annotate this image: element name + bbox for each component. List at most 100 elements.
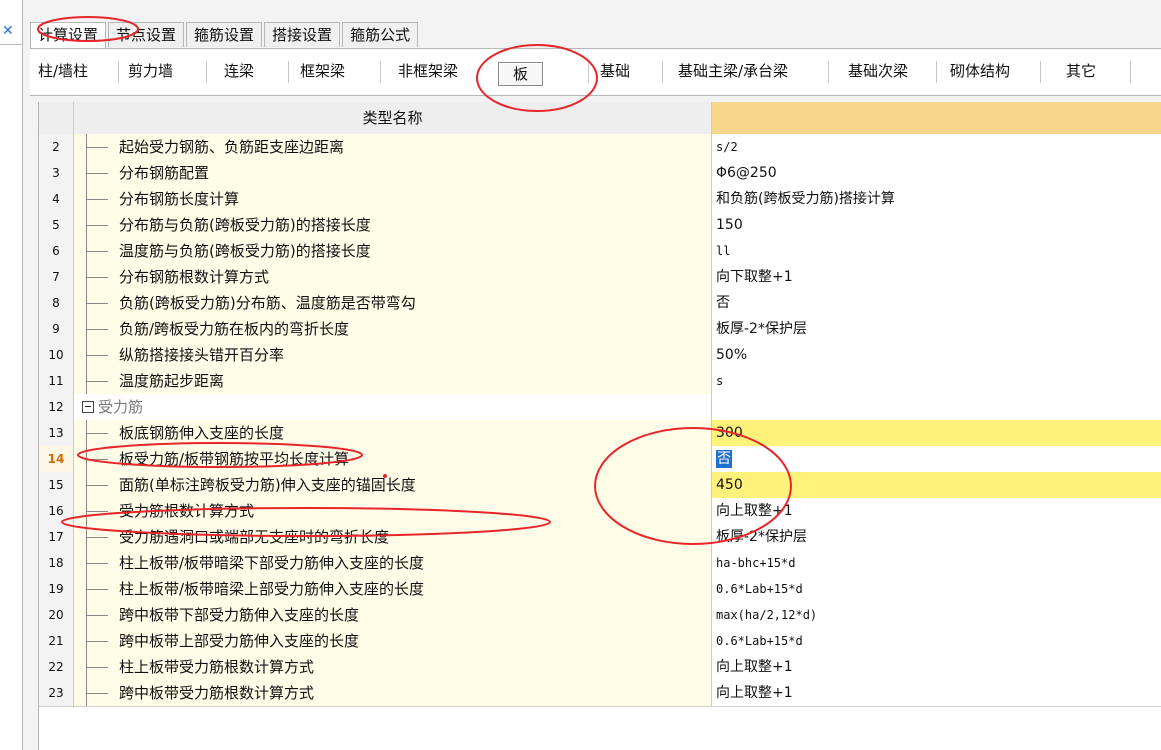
subtab-other[interactable]: 其它 xyxy=(1066,59,1096,83)
tree-branch xyxy=(86,667,108,668)
setting-value-cell[interactable]: 否 xyxy=(711,446,1161,473)
setting-value-cell[interactable]: 0.6*Lab+15*d xyxy=(711,628,1161,655)
setting-value-cell[interactable]: 向上取整+1 xyxy=(711,654,1161,681)
type-name-cell[interactable]: 起始受力钢筋、负筋距支座边距离 xyxy=(74,134,711,161)
table-row[interactable]: 18 柱上板带/板带暗梁下部受力筋伸入支座的长度 ha-bhc+15*d xyxy=(39,550,1161,577)
table-row[interactable]: 9 负筋/跨板受力筋在板内的弯折长度 板厚-2*保护层 xyxy=(39,316,1161,343)
row-number: 10 xyxy=(39,342,74,369)
type-name-cell[interactable]: 分布筋与负筋(跨板受力筋)的搭接长度 xyxy=(74,212,711,239)
type-name-cell[interactable]: 柱上板带/板带暗梁下部受力筋伸入支座的长度 xyxy=(74,550,711,577)
table-row[interactable]: 5 分布筋与负筋(跨板受力筋)的搭接长度 150 xyxy=(39,212,1161,239)
type-name-cell[interactable]: 跨中板带上部受力筋伸入支座的长度 xyxy=(74,628,711,655)
table-row[interactable]: 2 起始受力钢筋、负筋距支座边距离 s/2 xyxy=(39,134,1161,161)
type-name-cell[interactable]: 负筋/跨板受力筋在板内的弯折长度 xyxy=(74,316,711,343)
type-name-cell[interactable]: 温度筋起步距离 xyxy=(74,368,711,395)
subtab-frame-beam[interactable]: 框架梁 xyxy=(300,59,345,83)
subtab-foundation-secondary-beam[interactable]: 基础次梁 xyxy=(848,59,908,83)
type-name-cell[interactable]: 柱上板带/板带暗梁上部受力筋伸入支座的长度 xyxy=(74,576,711,603)
setting-value-cell[interactable]: s/2 xyxy=(711,134,1161,161)
type-name-cell[interactable]: 跨中板带下部受力筋伸入支座的长度 xyxy=(74,602,711,629)
tree-branch xyxy=(86,225,108,226)
setting-value-cell[interactable]: 和负筋(跨板受力筋)搭接计算 xyxy=(711,186,1161,213)
type-name-cell[interactable]: 分布钢筋配置 xyxy=(74,160,711,187)
type-name-label: 负筋/跨板受力筋在板内的弯折长度 xyxy=(119,320,350,338)
setting-value-cell[interactable]: 150 xyxy=(711,212,1161,239)
tab-divider xyxy=(588,61,589,83)
table-row[interactable]: 16 受力筋根数计算方式 向上取整+1 xyxy=(39,498,1161,525)
setting-value-cell[interactable] xyxy=(711,394,1161,421)
table-row[interactable]: 21 跨中板带上部受力筋伸入支座的长度 0.6*Lab+15*d xyxy=(39,628,1161,655)
tab-node-settings[interactable]: 节点设置 xyxy=(108,22,185,47)
type-name-cell[interactable]: 面筋(单标注跨板受力筋)伸入支座的锚固长度 xyxy=(74,472,711,499)
table-row[interactable]: 8 负筋(跨板受力筋)分布筋、温度筋是否带弯勾 否 xyxy=(39,290,1161,317)
table-row[interactable]: 7 分布钢筋根数计算方式 向下取整+1 xyxy=(39,264,1161,291)
subtab-slab[interactable]: 板 xyxy=(498,62,544,86)
type-name-cell[interactable]: 受力筋根数计算方式 xyxy=(74,498,711,525)
table-row[interactable]: 19 柱上板带/板带暗梁上部受力筋伸入支座的长度 0.6*Lab+15*d xyxy=(39,576,1161,603)
subtab-non-frame-beam[interactable]: 非框架梁 xyxy=(398,59,458,83)
setting-value-cell[interactable]: 否 xyxy=(711,290,1161,317)
column-header-setting[interactable]: 设置 xyxy=(711,102,1161,135)
setting-value-cell[interactable]: ha-bhc+15*d xyxy=(711,550,1161,577)
tab-stirrup-formula[interactable]: 箍筋公式 xyxy=(342,22,419,47)
close-icon[interactable]: ✕ xyxy=(2,24,14,38)
component-tab-bar: 柱/墙柱 剪力墙 连梁 框架梁 非框架梁 板 基础 基础主梁/承台梁 基础次梁 … xyxy=(30,48,1161,96)
table-row[interactable]: 13 板底钢筋伸入支座的长度 300 xyxy=(39,420,1161,447)
table-row[interactable]: 17 受力筋遇洞口或端部无支座时的弯折长度 板厚-2*保护层 xyxy=(39,524,1161,551)
subtab-shear-wall[interactable]: 剪力墙 xyxy=(128,59,173,83)
type-name-cell[interactable]: 跨中板带受力筋根数计算方式 xyxy=(74,680,711,707)
table-row[interactable]: 3 分布钢筋配置 Φ6@250 xyxy=(39,160,1161,187)
setting-value-cell[interactable]: 450 xyxy=(711,472,1161,499)
setting-value-cell[interactable]: 板厚-2*保护层 xyxy=(711,524,1161,551)
subtab-masonry[interactable]: 砌体结构 xyxy=(950,59,1010,83)
left-panel: ✕ xyxy=(0,0,23,750)
setting-value-cell[interactable]: 向上取整+1 xyxy=(711,680,1161,707)
tab-calc-settings[interactable]: 计算设置 xyxy=(30,22,107,49)
setting-value-cell[interactable]: 向上取整+1 xyxy=(711,498,1161,525)
subtab-foundation-main-beam[interactable]: 基础主梁/承台梁 xyxy=(678,59,788,83)
type-name-cell[interactable]: 分布钢筋长度计算 xyxy=(74,186,711,213)
subtab-coupling-beam[interactable]: 连梁 xyxy=(224,59,254,83)
setting-value-cell[interactable]: 50% xyxy=(711,342,1161,369)
row-number: 16 xyxy=(39,498,74,525)
type-name-label: 板受力筋/板带钢筋按平均长度计算 xyxy=(119,450,350,468)
tab-stirrup-settings[interactable]: 箍筋设置 xyxy=(186,22,263,47)
type-name-cell[interactable]: 分布钢筋根数计算方式 xyxy=(74,264,711,291)
row-number: 21 xyxy=(39,628,74,655)
tab-lap-settings[interactable]: 搭接设置 xyxy=(264,22,341,47)
table-row[interactable]: 14 板受力筋/板带钢筋按平均长度计算 否 xyxy=(39,446,1161,473)
type-name-cell[interactable]: 板底钢筋伸入支座的长度 xyxy=(74,420,711,447)
type-name-cell[interactable]: 柱上板带受力筋根数计算方式 xyxy=(74,654,711,681)
table-row[interactable]: 12 受力筋 xyxy=(39,394,1161,421)
setting-value-cell[interactable]: ll xyxy=(711,238,1161,265)
setting-value-cell[interactable]: 向下取整+1 xyxy=(711,264,1161,291)
type-name-cell[interactable]: 负筋(跨板受力筋)分布筋、温度筋是否带弯勾 xyxy=(74,290,711,317)
setting-value-cell[interactable]: 0.6*Lab+15*d xyxy=(711,576,1161,603)
setting-value-cell[interactable]: 300 xyxy=(711,420,1161,447)
type-name-cell[interactable]: 温度筋与负筋(跨板受力筋)的搭接长度 xyxy=(74,238,711,265)
table-row[interactable]: 15 面筋(单标注跨板受力筋)伸入支座的锚固长度 450 xyxy=(39,472,1161,499)
setting-value-cell[interactable]: Φ6@250 xyxy=(711,160,1161,187)
table-row[interactable]: 11 温度筋起步距离 s xyxy=(39,368,1161,395)
table-row[interactable]: 22 柱上板带受力筋根数计算方式 向上取整+1 xyxy=(39,654,1161,681)
column-header-type-name[interactable]: 类型名称 xyxy=(74,102,711,135)
table-row[interactable]: 6 温度筋与负筋(跨板受力筋)的搭接长度 ll xyxy=(39,238,1161,265)
tree-branch xyxy=(86,355,108,356)
setting-value-cell[interactable]: 板厚-2*保护层 xyxy=(711,316,1161,343)
table-row[interactable]: 23 跨中板带受力筋根数计算方式 向上取整+1 xyxy=(39,680,1161,707)
subtab-foundation[interactable]: 基础 xyxy=(600,59,630,83)
row-number: 5 xyxy=(39,212,74,239)
type-name-cell[interactable]: 受力筋 xyxy=(74,394,711,421)
type-name-cell[interactable]: 纵筋搭接接头错开百分率 xyxy=(74,342,711,369)
table-row[interactable]: 20 跨中板带下部受力筋伸入支座的长度 max(ha/2,12*d) xyxy=(39,602,1161,629)
collapse-toggle-icon[interactable] xyxy=(82,401,94,413)
type-name-label: 柱上板带/板带暗梁下部受力筋伸入支座的长度 xyxy=(119,554,425,572)
setting-value-cell[interactable]: max(ha/2,12*d) xyxy=(711,602,1161,629)
setting-value: 否 xyxy=(716,295,730,311)
type-name-cell[interactable]: 板受力筋/板带钢筋按平均长度计算 xyxy=(74,446,711,473)
table-row[interactable]: 4 分布钢筋长度计算 和负筋(跨板受力筋)搭接计算 xyxy=(39,186,1161,213)
type-name-cell[interactable]: 受力筋遇洞口或端部无支座时的弯折长度 xyxy=(74,524,711,551)
setting-value-cell[interactable]: s xyxy=(711,368,1161,395)
subtab-column-wall-column[interactable]: 柱/墙柱 xyxy=(38,59,88,83)
table-row[interactable]: 10 纵筋搭接接头错开百分率 50% xyxy=(39,342,1161,369)
